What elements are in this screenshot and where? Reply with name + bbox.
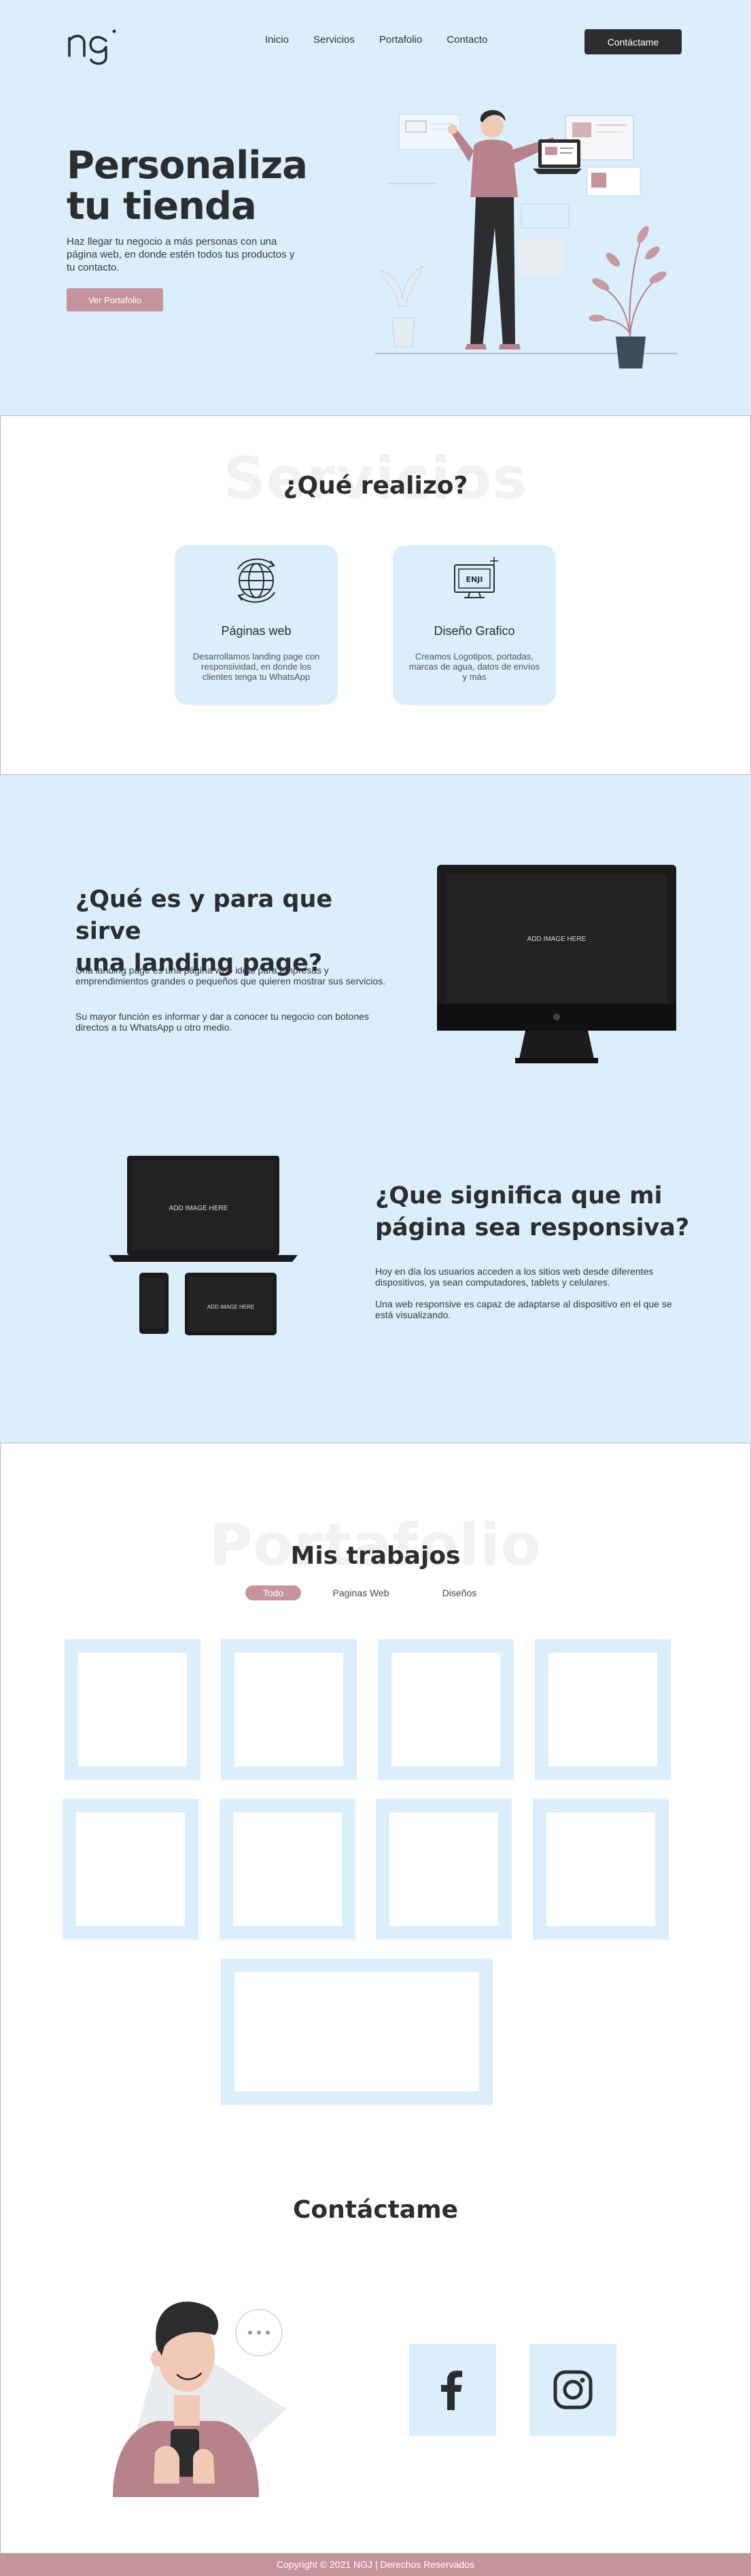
instagram-icon [553,2370,593,2409]
info-section: ¿Qué es y para que sirve una landing pag… [0,775,751,1443]
services-section: Servicios ¿Qué realizo? Páginas web Desa… [0,415,751,775]
facebook-icon [441,2371,462,2410]
nav-portafolio[interactable]: Portafolio [379,34,422,46]
laptop-mockup-label: ADD IMAGE HERE [169,1205,228,1212]
responsive-paragraph-1: Hoy en día los usuarios acceden a los si… [375,1266,654,1288]
page: Inicio Servicios Portafolio Contacto Con… [0,0,751,2576]
nav-inicio[interactable]: Inicio [265,34,289,46]
main-nav: Inicio Servicios Portafolio Contacto [265,34,512,46]
service-card-design-description: Creamos Logotipos, portadas, marcas de a… [408,651,540,682]
hero-title-line1: Personaliza [67,143,308,188]
footer: Copyright © 2021 NGJ | Derechos Reservad… [0,2554,751,2576]
hero-description: Haz llegar tu negocio a más personas con… [67,236,295,273]
service-card-web-title: Páginas web [221,624,292,638]
responsive-paragraph-2: Una web responsive es capaz de adaptarse… [375,1299,672,1320]
desktop-mockup [437,865,676,1063]
portfolio-item[interactable] [220,1799,355,1940]
landing-paragraph-1: Una landing page es una página web ideal… [75,965,386,986]
service-card-design[interactable]: ENJI Diseño Grafico Creamos Logotipos, p… [393,545,556,705]
landing-title-line1: ¿Qué es y para que sirve [75,886,333,945]
portfolio-item[interactable] [63,1799,198,1940]
globe-icon [237,558,275,603]
footer-copyright: Copyright © 2021 NGJ | Derechos Reservad… [277,2559,474,2570]
facebook-link[interactable] [409,2344,496,2436]
filter-paginas-web[interactable]: Paginas Web [324,1585,398,1600]
instagram-link[interactable] [529,2344,616,2436]
contact-illustration [113,2301,286,2497]
nav-servicios[interactable]: Servicios [313,34,355,46]
hero-illustration [375,109,678,368]
portfolio-title: Mis trabajos [290,1542,461,1570]
view-portfolio-button[interactable]: Ver Portafolio [67,288,163,311]
responsive-title-line2: página sea responsiva? [375,1214,690,1241]
portfolio-item[interactable] [221,1959,493,2105]
responsive-title-line1: ¿Que significa que mi [375,1182,663,1209]
responsive-devices-mockup [109,1156,298,1335]
service-card-design-title: Diseño Grafico [434,624,515,638]
contact-title: Contáctame [292,2196,459,2224]
portfolio-item[interactable] [378,1639,514,1780]
portfolio-item[interactable] [65,1639,200,1780]
hero-section: Inicio Servicios Portafolio Contacto Con… [0,0,751,415]
hero-title: Personaliza tu tienda [67,145,338,227]
service-card-web-description: Desarrollamos landing page con responsiv… [192,651,320,682]
portfolio-section: Portafolio Mis trabajos Todo Paginas Web… [0,1443,751,2554]
portfolio-item[interactable] [533,1799,669,1940]
graphic-design-icon: ENJI [454,557,498,598]
services-title: ¿Qué realizo? [283,472,468,500]
responsive-title: ¿Que significa que mi página sea respons… [375,1180,695,1244]
brand-logo[interactable] [67,26,118,65]
portfolio-item[interactable] [376,1799,512,1940]
contact-cta-button[interactable]: Contáctame [584,29,682,54]
service-card-web[interactable]: Páginas web Desarrollamos landing page c… [175,545,338,705]
portfolio-item[interactable] [221,1639,357,1780]
svg-text:ENJI: ENJI [466,575,483,584]
hero-title-line2: tu tienda [67,184,257,228]
filter-todo[interactable]: Todo [245,1585,301,1600]
tablet-mockup-label: ADD IMAGE HERE [207,1304,255,1310]
filter-disenos[interactable]: Diseños [436,1585,483,1600]
portfolio-filters: Todo Paginas Web Diseños [245,1585,517,1600]
nav-contacto[interactable]: Contacto [447,34,487,46]
landing-paragraph-2: Su mayor función es informar y dar a con… [75,1011,369,1033]
portfolio-item[interactable] [535,1639,671,1780]
desktop-mockup-label: ADD IMAGE HERE [527,935,587,943]
